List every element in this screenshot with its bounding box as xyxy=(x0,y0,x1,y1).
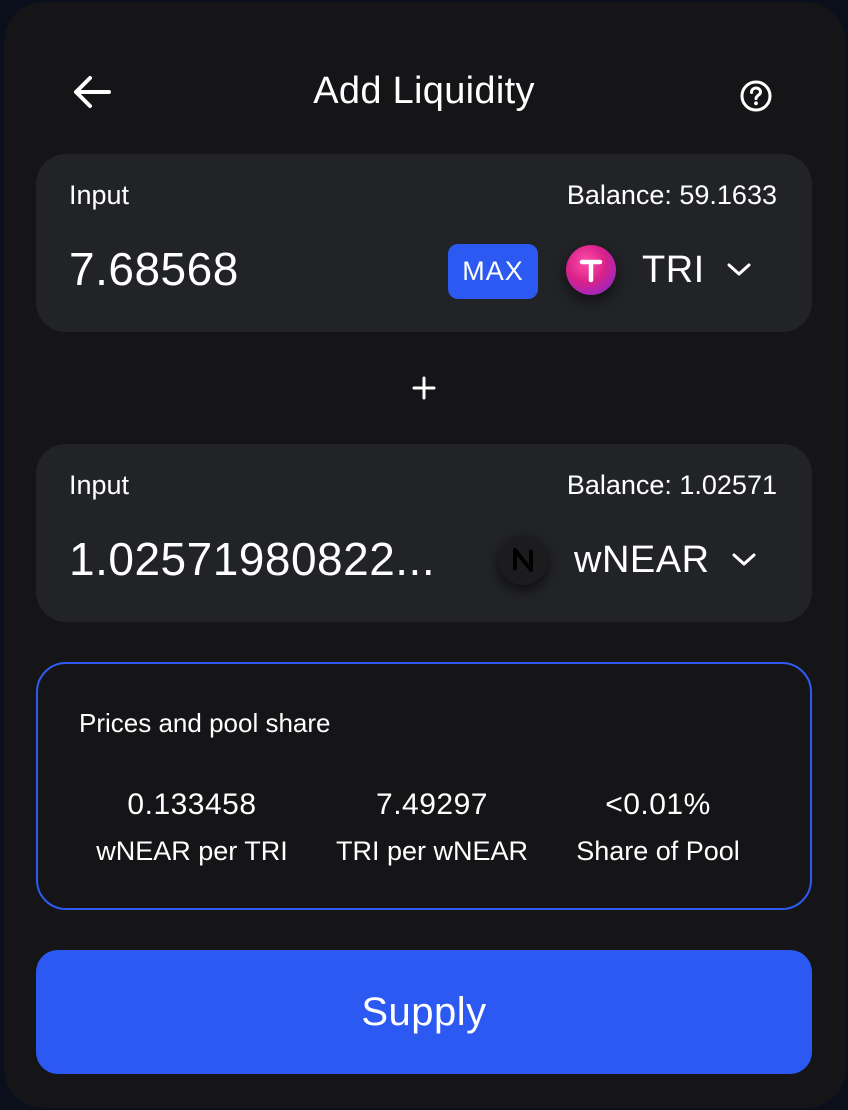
input-label: Input xyxy=(69,470,130,500)
tri-logo-icon xyxy=(579,259,603,283)
near-token-icon xyxy=(498,535,548,585)
prices-and-pool-share: Prices and pool share 0.133458 wNEAR per… xyxy=(36,662,812,910)
price-stat: 0.133458 wNEAR per TRI xyxy=(77,788,307,867)
chevron-down-icon xyxy=(732,553,756,567)
page-title: Add Liquidity xyxy=(313,70,535,112)
stat-value: 0.133458 xyxy=(127,788,257,821)
chevron-down-icon xyxy=(727,263,751,277)
amount-input-wnear[interactable] xyxy=(69,532,469,586)
balance-text: Balance: 1.02571 xyxy=(566,470,777,500)
stat-label: TRI per wNEAR xyxy=(335,836,529,866)
pool-share-stat: <0.01% Share of Pool xyxy=(543,788,773,867)
input-panel-wnear: Input Balance: 1.02571 wNEAR xyxy=(36,444,812,622)
input-panel-tri: Input Balance: 59.1633 MAX TRI xyxy=(36,154,812,332)
price-stat: 7.49297 TRI per wNEAR xyxy=(317,788,547,867)
token-selector-wnear[interactable]: wNEAR xyxy=(498,528,756,592)
max-button[interactable]: MAX xyxy=(448,244,538,299)
plus-icon xyxy=(404,368,444,408)
tri-token-icon xyxy=(566,245,616,295)
stat-label: Share of Pool xyxy=(576,836,740,866)
stat-label: wNEAR per TRI xyxy=(96,836,288,866)
stat-value: <0.01% xyxy=(605,788,711,821)
near-logo-icon xyxy=(513,548,533,572)
amount-input-tri[interactable] xyxy=(69,242,449,296)
token-symbol: wNEAR xyxy=(574,538,710,581)
help-button[interactable] xyxy=(736,76,776,116)
prices-title: Prices and pool share xyxy=(79,708,331,738)
supply-button[interactable]: Supply xyxy=(36,950,812,1074)
input-label: Input xyxy=(69,180,130,210)
token-selector-tri[interactable]: TRI xyxy=(566,238,751,302)
stat-value: 7.49297 xyxy=(376,788,488,821)
token-symbol: TRI xyxy=(642,248,705,291)
balance-text: Balance: 59.1633 xyxy=(566,180,777,210)
question-circle-icon xyxy=(740,80,772,112)
